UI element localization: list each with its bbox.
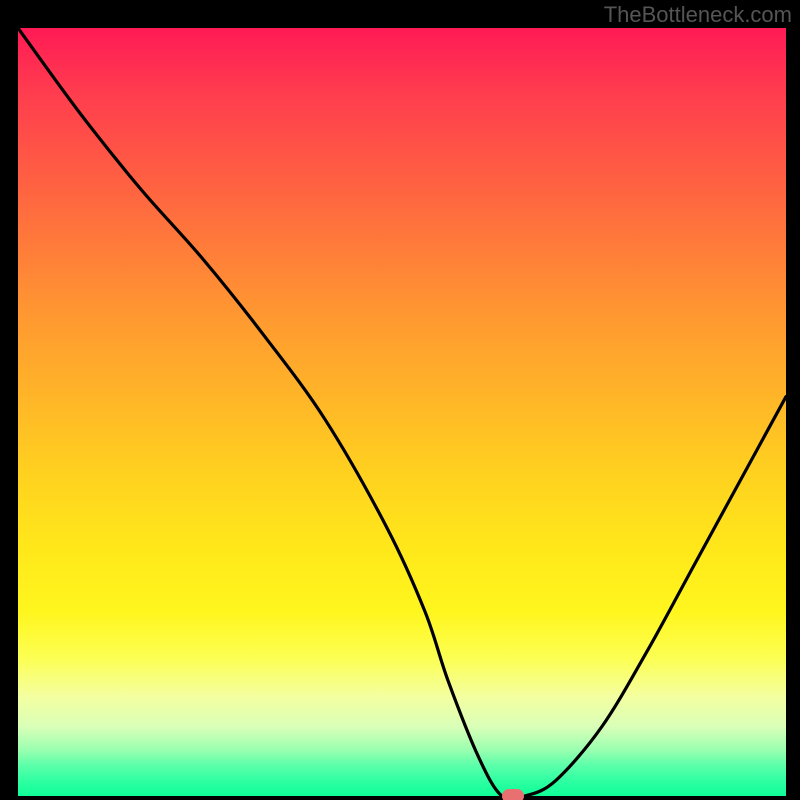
optimal-point-marker	[502, 789, 524, 800]
plot-area	[18, 28, 786, 796]
watermark-text: TheBottleneck.com	[604, 2, 792, 28]
bottleneck-curve	[18, 28, 786, 796]
chart-container: TheBottleneck.com	[0, 0, 800, 800]
